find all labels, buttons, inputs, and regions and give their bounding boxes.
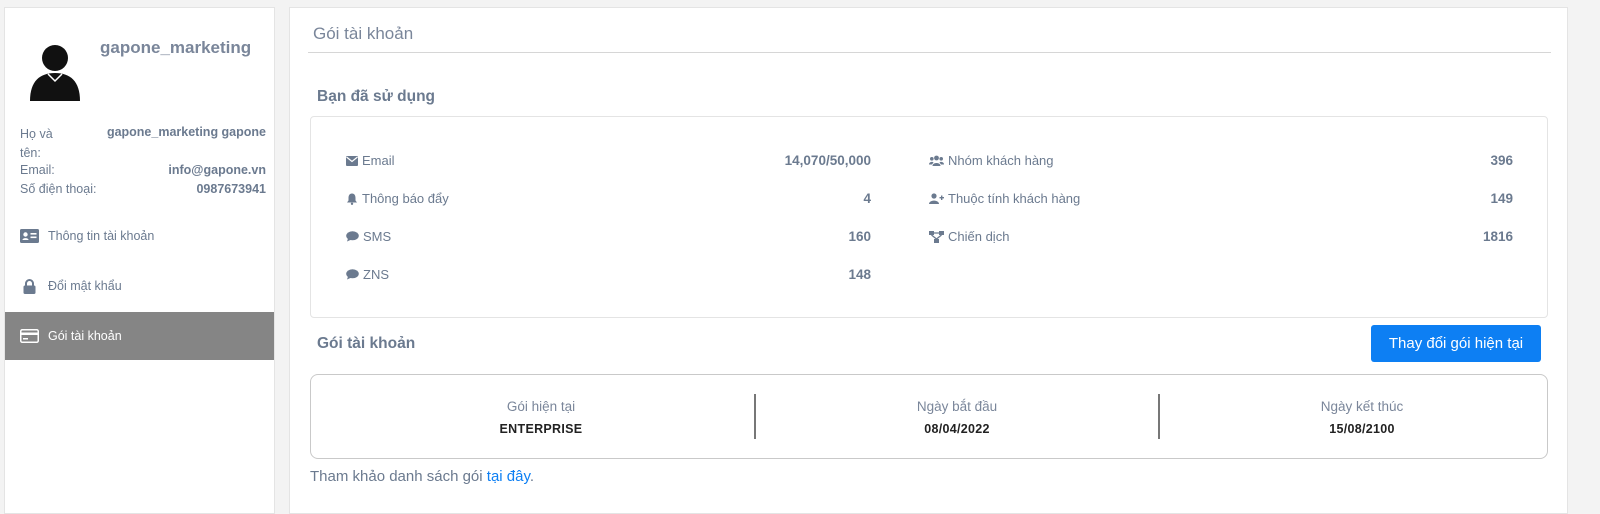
plan-reference-text: Tham khảo danh sách gói tại đây. — [310, 468, 534, 485]
plan-end-date: Ngày kết thúc 15/08/2100 — [1160, 375, 1564, 460]
usage-value: 148 — [848, 267, 871, 282]
sitemap-icon — [929, 230, 944, 243]
plan-current-value: ENTERPRISE — [499, 422, 583, 436]
change-plan-button[interactable]: Thay đổi gói hiện tại — [1371, 325, 1541, 362]
comment-icon — [346, 231, 359, 242]
usage-value: 396 — [1490, 153, 1513, 168]
phone-label: Số điện thoại: — [20, 182, 97, 196]
email-value: info@gapone.vn — [168, 163, 266, 177]
plan-box: Gói hiện tại ENTERPRISE Ngày bắt đầu 08/… — [310, 374, 1548, 459]
usage-item-push: Thông báo đẩy 4 — [346, 191, 871, 211]
sidebar-item-change-password[interactable]: Đổi mật khẩu — [5, 262, 274, 310]
sidebar-menu: Thông tin tài khoản Đổi mật khẩu Gói tài… — [5, 212, 274, 362]
usage-value: 1816 — [1482, 229, 1513, 244]
credit-card-icon — [19, 328, 39, 344]
page-title: Gói tài khoản — [313, 24, 414, 43]
envelope-icon — [346, 155, 358, 166]
sidebar-item-label: Gói tài khoản — [48, 329, 122, 343]
sidebar-item-account-package[interactable]: Gói tài khoản — [5, 312, 274, 360]
main-panel: Gói tài khoản Bạn đã sử dụng Email 14,07… — [289, 7, 1568, 514]
plan-start-value: 08/04/2022 — [924, 422, 990, 436]
plan-start-date: Ngày bắt đầu 08/04/2022 — [755, 375, 1159, 460]
account-info: Họ và tên: gapone_marketing gapone Email… — [20, 125, 266, 201]
usage-box: Email 14,070/50,000 Thông báo đẩy 4 SMS … — [310, 116, 1548, 318]
usage-label: Email — [362, 153, 395, 168]
plan-section-title: Gói tài khoản — [317, 335, 416, 352]
name-value: gapone_marketing gapone — [106, 125, 266, 139]
plan-end-value: 15/08/2100 — [1329, 422, 1395, 436]
reference-suffix: . — [529, 468, 535, 485]
usage-label: ZNS — [363, 267, 389, 282]
sidebar: gapone_marketing Họ và tên: gapone_marke… — [4, 7, 275, 514]
usage-value: 14,070/50,000 — [784, 153, 871, 168]
sidebar-item-account-info[interactable]: Thông tin tài khoản — [5, 212, 274, 260]
usage-item-campaigns: Chiến dịch 1816 — [929, 229, 1513, 249]
id-card-icon — [19, 228, 39, 244]
lock-icon — [19, 278, 39, 294]
usage-value: 160 — [848, 229, 871, 244]
plan-current-label: Gói hiện tại — [506, 399, 576, 414]
usage-item-email: Email 14,070/50,000 — [346, 153, 871, 173]
name-label: Họ và tên: — [20, 127, 53, 160]
usage-item-customer-groups: Nhóm khách hàng 396 — [929, 153, 1513, 173]
plan-end-label: Ngày kết thúc — [1320, 399, 1404, 414]
users-icon — [929, 155, 944, 166]
usage-item-zns: ZNS 148 — [346, 267, 871, 287]
plan-current: Gói hiện tại ENTERPRISE — [339, 375, 743, 460]
title-divider — [308, 52, 1551, 53]
usage-label: Thuộc tính khách hàng — [948, 191, 1081, 206]
plan-start-label: Ngày bắt đầu — [916, 399, 998, 414]
reference-text: Tham khảo danh sách gói — [310, 468, 487, 485]
user-plus-icon — [929, 193, 944, 204]
usage-label: Nhóm khách hàng — [948, 153, 1054, 168]
sidebar-item-label: Thông tin tài khoản — [48, 229, 155, 243]
usage-value: 4 — [863, 191, 871, 206]
username: gapone_marketing — [100, 38, 252, 57]
usage-item-customer-attributes: Thuộc tính khách hàng 149 — [929, 191, 1513, 211]
email-label: Email: — [20, 163, 55, 177]
reference-link[interactable]: tại đây — [487, 468, 530, 485]
avatar-icon — [30, 45, 80, 101]
sidebar-item-label: Đổi mật khẩu — [48, 279, 122, 293]
usage-label: Chiến dịch — [948, 229, 1010, 244]
usage-value: 149 — [1490, 191, 1513, 206]
usage-section-title: Bạn đã sử dụng — [317, 88, 436, 105]
comment-icon — [346, 269, 359, 280]
usage-label: Thông báo đẩy — [362, 191, 449, 206]
bell-icon — [347, 193, 357, 205]
usage-item-sms: SMS 160 — [346, 229, 871, 249]
phone-value: 0987673941 — [196, 182, 266, 196]
usage-label: SMS — [363, 229, 392, 244]
